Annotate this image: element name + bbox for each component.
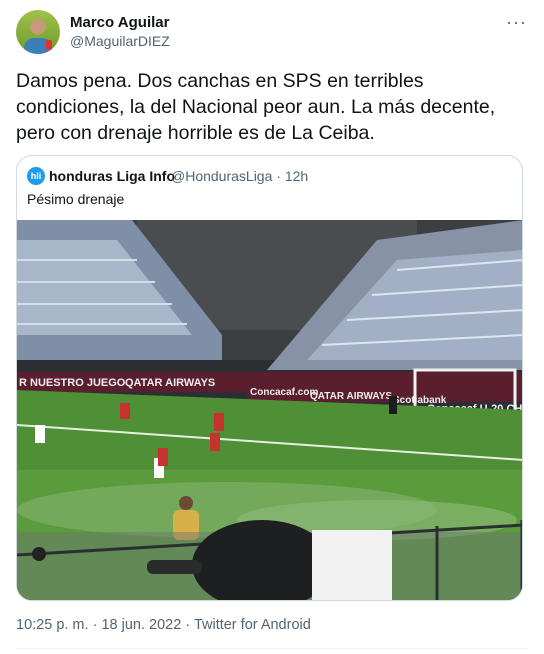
tweet-time[interactable]: 10:25 p. m. — [16, 617, 89, 633]
author-handle[interactable]: @MaguilarDIEZ — [70, 33, 170, 49]
footer-separator-2: · — [185, 617, 191, 633]
divider — [16, 648, 528, 649]
quoted-handle[interactable]: @HondurasLiga — [171, 168, 272, 184]
more-options-icon[interactable]: ··· — [506, 12, 527, 33]
tweet: Marco Aguilar @MaguilarDIEZ ··· Damos pe… — [0, 0, 544, 654]
banner-2: QATAR AIRWAYS — [125, 377, 215, 389]
banner-1: R NUESTRO JUEGO — [19, 377, 126, 389]
quoted-time[interactable]: 12h — [285, 168, 308, 184]
quoted-separator: · — [276, 168, 281, 184]
stadium-photo[interactable]: R NUESTRO JUEGO QATAR AIRWAYS Concacaf.c… — [17, 220, 522, 600]
quoted-tweet[interactable]: hli honduras Liga Info @HondurasLiga · 1… — [16, 155, 523, 601]
tweet-date[interactable]: 18 jun. 2022 — [101, 617, 181, 633]
banner-4: QATAR AIRWAYS — [310, 391, 392, 402]
banner-3: Concacaf.com — [250, 387, 318, 398]
tweet-footer: 10:25 p. m. · 18 jun. 2022 · Twitter for… — [16, 617, 311, 633]
quoted-text: Pésimo drenaje — [27, 191, 125, 207]
quoted-meta: @HondurasLiga · 12h — [171, 168, 308, 184]
quoted-author-name[interactable]: honduras Liga Info — [49, 168, 175, 184]
footer-separator-1: · — [92, 617, 98, 633]
quoted-avatar[interactable]: hli — [27, 167, 45, 185]
tweet-text: Damos pena. Dos canchas en SPS en terrib… — [16, 70, 496, 144]
author-name[interactable]: Marco Aguilar — [70, 14, 169, 31]
tweet-source[interactable]: Twitter for Android — [194, 617, 311, 633]
author-avatar[interactable] — [16, 10, 60, 54]
stadium-photo-drawing: R NUESTRO JUEGO QATAR AIRWAYS Concacaf.c… — [17, 220, 522, 600]
